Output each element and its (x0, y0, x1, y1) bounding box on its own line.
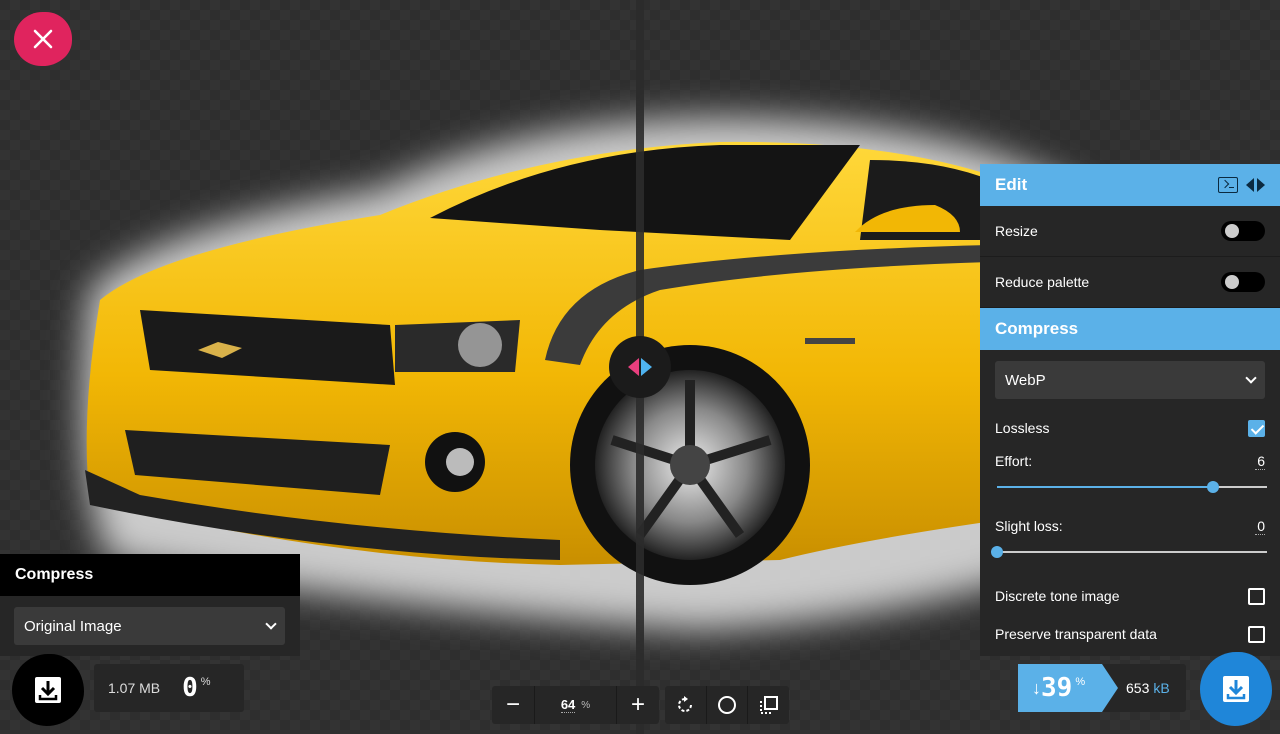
lossless-checkbox[interactable] (1248, 419, 1265, 437)
edit-section-header: Edit (980, 164, 1280, 206)
reduce-palette-label: Reduce palette (995, 274, 1090, 290)
effort-label: Effort: (995, 453, 1033, 469)
discrete-tone-row[interactable]: Discrete tone image (980, 577, 1280, 615)
percent-symbol: % (200, 676, 211, 688)
left-method-value: Original Image (24, 617, 122, 635)
effort-slider-fill (997, 486, 1213, 488)
download-compressed-button[interactable] (1200, 652, 1272, 726)
left-options-panel: Compress Original Image (0, 554, 300, 656)
effort-slider-block: Effort: 6 (980, 447, 1280, 512)
chevron-down-icon (265, 618, 277, 630)
lossless-label: Lossless (995, 420, 1050, 436)
download-original-button[interactable] (12, 654, 84, 726)
slight-loss-value[interactable]: 0 (1255, 518, 1265, 535)
zoom-unit: % (581, 699, 591, 711)
close-icon (33, 29, 53, 49)
original-percent: 0 (182, 673, 198, 703)
fit-icon (759, 696, 778, 714)
discrete-tone-label: Discrete tone image (995, 588, 1120, 604)
original-file-size: 1.07 MB (108, 680, 161, 696)
rotate-icon (678, 696, 693, 712)
reduce-palette-row[interactable]: Reduce palette (980, 257, 1280, 308)
fit-to-screen-button[interactable] (748, 686, 789, 724)
close-button[interactable] (14, 12, 72, 66)
zoom-controls: − 64 % + (492, 686, 659, 724)
terminal-icon[interactable] (1218, 177, 1238, 193)
rotate-button[interactable] (665, 686, 707, 724)
preserve-transparent-label: Preserve transparent data (995, 626, 1157, 642)
edit-title: Edit (995, 175, 1028, 194)
circle-icon (718, 696, 736, 714)
compressed-size-value: 653 (1126, 680, 1150, 696)
discrete-tone-checkbox[interactable] (1248, 587, 1265, 605)
slight-loss-slider[interactable] (991, 546, 1267, 558)
reduction-badge: ↓ 39 % (1018, 664, 1118, 712)
compare-divider-handle[interactable] (609, 336, 671, 398)
percent-symbol: % (1075, 676, 1086, 688)
download-icon (35, 677, 61, 703)
resize-label: Resize (995, 223, 1038, 239)
zoom-value[interactable]: 64 (560, 697, 576, 713)
background-toggle-button[interactable] (707, 686, 749, 724)
lossless-row[interactable]: Lossless (980, 409, 1280, 447)
resize-row[interactable]: Resize (980, 206, 1280, 257)
right-method-select[interactable]: WebP (995, 361, 1265, 399)
zoom-in-button[interactable]: + (617, 686, 659, 724)
arrow-left-icon (628, 358, 639, 376)
original-size-readout: 1.07 MB 0 % (94, 664, 244, 712)
zoom-level[interactable]: 64 % (534, 686, 617, 724)
zoom-out-button[interactable]: − (492, 686, 534, 724)
right-options-panel: Edit Resize Reduce palette Compress WebP… (980, 164, 1280, 656)
compress-section-header: Compress (980, 308, 1280, 350)
slight-loss-slider-thumb[interactable] (991, 546, 1003, 558)
compressed-size-readout: ↓ 39 % 653 kB (1018, 664, 1186, 712)
compressed-size-unit: kB (1153, 680, 1170, 696)
copy-settings-icon[interactable] (1246, 178, 1265, 192)
resize-toggle[interactable] (1221, 221, 1265, 241)
view-tools (665, 686, 789, 724)
preserve-transparent-checkbox[interactable] (1248, 625, 1265, 643)
preserve-transparent-row[interactable]: Preserve transparent data (980, 615, 1280, 653)
left-panel-title: Compress (0, 554, 300, 596)
slight-loss-label: Slight loss: (995, 518, 1063, 534)
download-icon (1223, 676, 1249, 702)
right-method-value: WebP (1005, 371, 1046, 389)
effort-slider-thumb[interactable] (1207, 481, 1219, 493)
reduce-palette-toggle[interactable] (1221, 272, 1265, 292)
effort-value[interactable]: 6 (1255, 453, 1265, 470)
chevron-down-icon (1245, 372, 1257, 384)
slight-loss-slider-block: Slight loss: 0 (980, 512, 1280, 577)
left-method-select[interactable]: Original Image (14, 607, 285, 645)
arrow-right-icon (641, 358, 652, 376)
effort-slider[interactable] (997, 481, 1267, 493)
reduction-percent: 39 (1041, 673, 1073, 703)
down-arrow-icon: ↓ (1032, 677, 1041, 698)
